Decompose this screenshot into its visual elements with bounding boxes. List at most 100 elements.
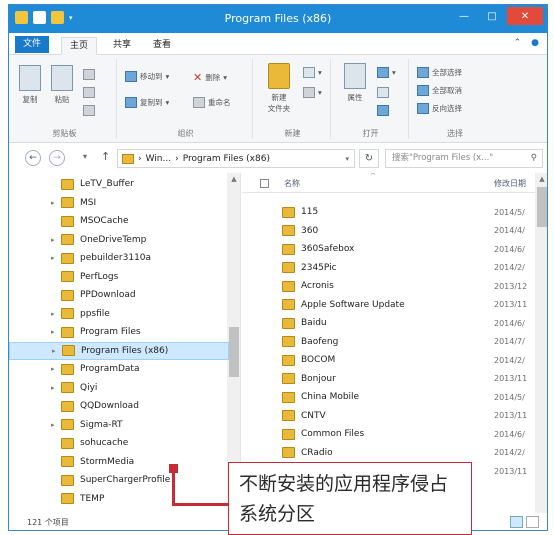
nav-tree-item[interactable]: ▸ ProgramData — [9, 360, 229, 378]
nav-tree-item[interactable]: ▸ MSI — [9, 194, 229, 212]
new-item-button[interactable]: ▾ — [303, 67, 322, 78]
expand-arrow-icon[interactable]: ▸ — [51, 365, 59, 373]
expand-arrow-icon[interactable]: ▸ — [51, 421, 59, 429]
nav-tree-item[interactable]: sohucache — [9, 434, 229, 452]
paste-button[interactable]: 粘贴 — [49, 65, 75, 105]
nav-tree-item[interactable]: ▸ Qiyi — [9, 379, 229, 397]
nav-tree-item[interactable]: ▸ Sigma-RT — [9, 416, 229, 434]
address-bar[interactable]: › Win... › Program Files (x86) ▾ — [117, 149, 355, 168]
edit-button[interactable] — [377, 87, 389, 98]
chevron-down-icon[interactable]: ▾ — [345, 155, 349, 163]
nav-tree-item[interactable]: SuperChargerProfile — [9, 471, 229, 489]
large-icons-view-icon[interactable] — [526, 516, 539, 528]
file-row[interactable]: BOCOM 2014/2/ — [282, 351, 532, 369]
new-folder-icon — [268, 63, 290, 89]
folder-icon — [282, 373, 295, 384]
organize-group: 移动到 ▾ 复制到 ▾ ✕ 删除 ▾ 重命名 组织 — [119, 59, 253, 139]
breadcrumb-program-files-x86[interactable]: Program Files (x86) — [183, 154, 270, 164]
properties-button[interactable]: 属性 — [341, 63, 369, 103]
refresh-button[interactable]: ↻ — [359, 149, 379, 168]
new-folder-label: 新建 文件夹 — [267, 93, 291, 113]
expand-arrow-icon[interactable]: ▸ — [51, 310, 59, 318]
nav-tree-item[interactable]: StormMedia — [9, 453, 229, 471]
new-folder-button[interactable]: 新建 文件夹 — [261, 63, 297, 114]
file-row[interactable]: CRadio 2014/2/ — [282, 444, 532, 462]
file-row[interactable]: 115 2014/5/ — [282, 203, 532, 221]
up-button[interactable]: ↑ — [101, 150, 110, 163]
breadcrumb-windows[interactable]: Win... — [146, 154, 172, 164]
file-name: BOCOM — [301, 355, 336, 365]
tab-file[interactable]: 文件 — [15, 36, 50, 53]
tab-home[interactable]: 主页 — [61, 37, 98, 55]
select-none-button[interactable]: 全部取消 — [417, 85, 462, 96]
nav-tree-item[interactable]: QQDownload — [9, 397, 229, 415]
move-to-button[interactable]: 移动到 ▾ — [125, 71, 169, 82]
close-button[interactable]: ✕ — [507, 7, 543, 25]
nav-tree-item[interactable]: ▸ Program Files (x86) — [9, 341, 229, 360]
rename-button[interactable]: 重命名 — [193, 97, 231, 108]
copy-path-button[interactable] — [83, 87, 95, 98]
edit-icon — [377, 87, 389, 98]
file-row[interactable]: Acronis 2013/12 — [282, 277, 532, 295]
file-row[interactable]: Common Files 2014/6/ — [282, 425, 532, 443]
nav-tree-item[interactable]: PPDownload — [9, 286, 229, 304]
expand-arrow-icon[interactable]: ▸ — [51, 384, 59, 392]
cut-button[interactable] — [83, 69, 95, 80]
collapse-ribbon-icon[interactable]: ⌃ — [514, 38, 522, 48]
copy-to-button[interactable]: 复制到 ▾ — [125, 97, 169, 108]
recent-locations-button[interactable]: ▾ — [83, 152, 87, 161]
file-row[interactable]: Bonjour 2013/11 — [282, 370, 532, 388]
back-button[interactable]: ← — [25, 150, 41, 166]
scroll-up-icon[interactable]: ▲ — [227, 175, 240, 183]
history-button[interactable] — [377, 105, 389, 116]
file-row[interactable]: 2345Pic 2014/2/ — [282, 259, 532, 277]
ribbon-controls: ⌃ ● — [514, 38, 539, 48]
nav-tree-item[interactable]: LeTV_Buffer — [9, 175, 229, 193]
file-row[interactable]: China Mobile 2014/5/ — [282, 388, 532, 406]
file-row[interactable]: CNTV 2013/11 — [282, 407, 532, 425]
nav-tree-item[interactable]: PerfLogs — [9, 268, 229, 286]
nav-tree-item[interactable]: MSOCache — [9, 212, 229, 230]
nav-tree-item[interactable]: ▸ ppsfile — [9, 305, 229, 323]
expand-arrow-icon[interactable]: ▸ — [51, 328, 59, 336]
nav-scrollbar-thumb[interactable] — [229, 327, 239, 377]
nav-tree-item-label: PPDownload — [80, 290, 136, 300]
paste-shortcut-button[interactable] — [83, 105, 95, 116]
nav-tree-item-label: MSOCache — [80, 216, 129, 226]
expand-arrow-icon[interactable]: ▸ — [51, 254, 59, 262]
maximize-button[interactable]: □ — [479, 7, 505, 25]
file-row[interactable]: Baofeng 2014/7/ — [282, 333, 532, 351]
file-name: 360 — [301, 225, 319, 236]
minimize-button[interactable]: — — [451, 7, 477, 25]
name-column-header[interactable]: 名称 — [284, 178, 300, 189]
easy-access-button[interactable]: ▾ — [303, 87, 322, 98]
expand-arrow-icon[interactable]: ▸ — [52, 347, 60, 355]
date-column-header[interactable]: 修改日期 — [494, 178, 526, 189]
delete-button[interactable]: ✕ 删除 ▾ — [193, 71, 227, 84]
forward-button[interactable]: → — [49, 150, 65, 166]
nav-tree-item[interactable]: ▸ OneDriveTemp — [9, 231, 229, 249]
nav-tree-item-label: PerfLogs — [80, 271, 119, 282]
file-scrollbar-thumb[interactable] — [537, 187, 547, 227]
search-input[interactable]: 搜索"Program Files (x..." ⚲ — [385, 149, 543, 168]
file-row[interactable]: 360Safebox 2014/6/ — [282, 240, 532, 258]
open-button[interactable]: ▾ — [377, 67, 396, 78]
select-all-checkbox[interactable] — [260, 179, 269, 188]
file-row[interactable]: Baidu 2014/6/ — [282, 314, 532, 332]
copy-button[interactable]: 复制 — [17, 65, 43, 105]
expand-arrow-icon[interactable]: ▸ — [51, 236, 59, 244]
select-all-button[interactable]: 全部选择 — [417, 67, 462, 78]
file-scrollbar[interactable]: ▲ — [535, 173, 547, 513]
tab-share[interactable]: 共享 — [105, 37, 139, 55]
folder-icon — [61, 363, 74, 375]
file-row[interactable]: Apple Software Update 2013/11 — [282, 296, 532, 314]
details-view-icon[interactable] — [510, 516, 523, 528]
help-icon[interactable]: ● — [531, 38, 539, 48]
tab-view[interactable]: 查看 — [145, 37, 179, 55]
nav-tree-item[interactable]: ▸ pebuilder3110a — [9, 249, 229, 267]
scroll-up-icon[interactable]: ▲ — [535, 175, 547, 183]
invert-selection-button[interactable]: 反向选择 — [417, 103, 462, 114]
file-row[interactable]: 360 2014/4/ — [282, 222, 532, 240]
nav-tree-item[interactable]: ▸ Program Files — [9, 323, 229, 341]
expand-arrow-icon[interactable]: ▸ — [51, 199, 59, 207]
